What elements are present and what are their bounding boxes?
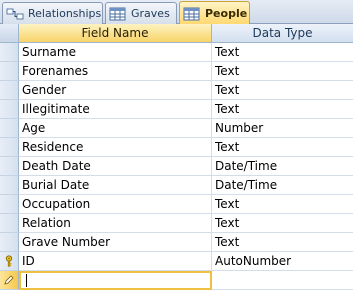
field-name-cell[interactable]: Occupation	[19, 195, 212, 214]
field-row[interactable]: Relation Text	[0, 214, 353, 233]
field-row[interactable]: Grave Number Text	[0, 233, 353, 252]
select-all-corner[interactable]	[0, 24, 19, 43]
new-field-row[interactable]	[0, 271, 353, 290]
data-type-cell[interactable]: Text	[212, 43, 353, 62]
data-type-cell[interactable]: Text	[212, 214, 353, 233]
row-selector[interactable]	[0, 157, 19, 176]
table-icon	[183, 7, 200, 20]
row-selector[interactable]	[0, 119, 19, 138]
row-selector[interactable]	[0, 138, 19, 157]
field-row[interactable]: Forenames Text	[0, 62, 353, 81]
field-name-cell[interactable]: Death Date	[19, 157, 212, 176]
row-selector[interactable]	[0, 62, 19, 81]
data-type-cell[interactable]: Text	[212, 100, 353, 119]
field-name-cell[interactable]: Forenames	[19, 62, 212, 81]
data-type-header: Data Type	[212, 24, 353, 43]
new-field-name-input[interactable]	[19, 271, 212, 290]
data-type-cell[interactable]: Number	[212, 119, 353, 138]
text-cursor	[26, 274, 27, 287]
row-selector[interactable]	[0, 43, 19, 62]
field-name-cell[interactable]: Residence	[19, 138, 212, 157]
data-type-cell[interactable]: Text	[212, 62, 353, 81]
data-type-cell[interactable]: Date/Time	[212, 176, 353, 195]
row-selector[interactable]	[0, 252, 19, 271]
field-name-cell[interactable]: Age	[19, 119, 212, 138]
new-data-type-cell[interactable]	[212, 271, 353, 290]
tab-people[interactable]: People	[179, 1, 250, 25]
row-selector[interactable]	[0, 233, 19, 252]
field-row[interactable]: Residence Text	[0, 138, 353, 157]
data-type-cell[interactable]: AutoNumber	[212, 252, 353, 271]
field-name-cell[interactable]: Gender	[19, 81, 212, 100]
field-name-cell[interactable]: Illegitimate	[19, 100, 212, 119]
tab-graves[interactable]: Graves	[105, 2, 177, 24]
row-selector[interactable]	[0, 214, 19, 233]
field-name-header: Field Name	[19, 24, 212, 43]
field-row[interactable]: Illegitimate Text	[0, 100, 353, 119]
table-icon	[109, 7, 126, 20]
field-row[interactable]: Gender Text	[0, 81, 353, 100]
row-selector[interactable]	[0, 81, 19, 100]
document-tab-strip: Relationships Graves People	[0, 0, 353, 25]
field-rows: Surname Text Forenames Text Gender Text …	[0, 43, 353, 290]
primary-key-icon	[5, 255, 13, 267]
field-name-cell[interactable]: Relation	[19, 214, 212, 233]
field-name-cell[interactable]: Burial Date	[19, 176, 212, 195]
field-row[interactable]: Death Date Date/Time	[0, 157, 353, 176]
tab-relationships[interactable]: Relationships	[2, 2, 103, 24]
data-type-cell[interactable]: Text	[212, 138, 353, 157]
data-type-cell[interactable]: Text	[212, 81, 353, 100]
row-selector[interactable]	[0, 195, 19, 214]
tab-graves-label: Graves	[131, 7, 170, 20]
tab-people-label: People	[205, 7, 248, 20]
tab-relationships-label: Relationships	[28, 7, 102, 20]
data-type-cell[interactable]: Date/Time	[212, 157, 353, 176]
table-design-grid: Field Name Data Type Surname Text Forena…	[0, 24, 353, 304]
field-name-cell[interactable]: ID	[19, 252, 212, 271]
field-name-cell[interactable]: Grave Number	[19, 233, 212, 252]
pencil-icon	[4, 275, 14, 285]
field-row-primary-key[interactable]: ID AutoNumber	[0, 252, 353, 271]
relationships-icon	[6, 8, 24, 19]
field-row[interactable]: Surname Text	[0, 43, 353, 62]
field-row[interactable]: Burial Date Date/Time	[0, 176, 353, 195]
field-row[interactable]: Age Number	[0, 119, 353, 138]
data-type-cell[interactable]: Text	[212, 233, 353, 252]
field-name-cell[interactable]: Surname	[19, 43, 212, 62]
field-row[interactable]: Occupation Text	[0, 195, 353, 214]
row-selector[interactable]	[0, 100, 19, 119]
data-type-cell[interactable]: Text	[212, 195, 353, 214]
row-selector[interactable]	[0, 176, 19, 195]
current-row-selector[interactable]	[0, 271, 19, 290]
